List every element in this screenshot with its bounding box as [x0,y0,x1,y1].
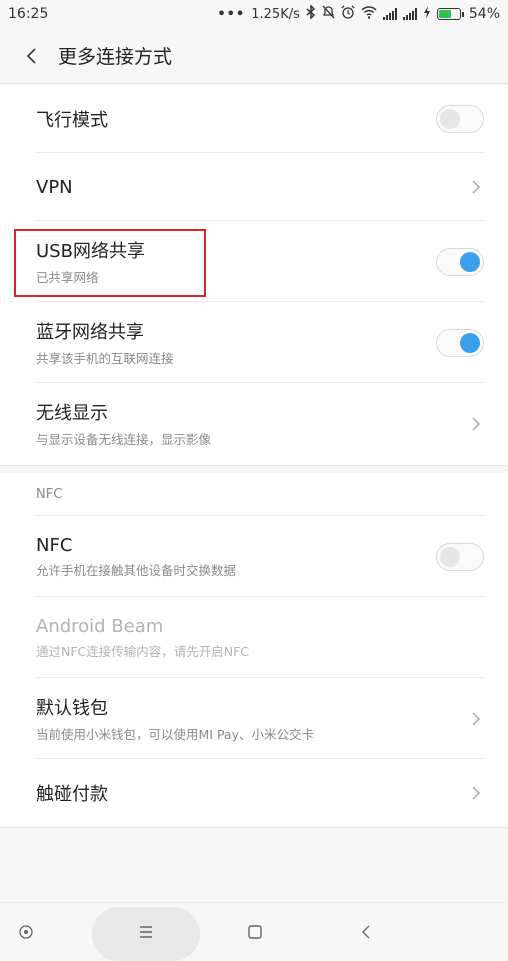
back-triangle-icon [362,925,370,939]
alarm-icon [341,5,355,23]
row-subtitle: 允许手机在接触其他设备时交换数据 [36,562,237,578]
status-icons: ••• 1.25K/s 54% [217,4,500,23]
chevron-right-icon [472,416,481,431]
charging-icon [423,5,431,23]
bluetooth-tethering-toggle[interactable] [436,328,484,357]
tap-to-pay-row[interactable]: 触碰付款 [0,759,508,827]
home-dot-icon [19,925,33,939]
airplane-mode-toggle[interactable] [436,105,484,133]
row-subtitle: 共享该手机的互联网连接 [36,351,174,366]
nfc-section: NFC NFC 允许手机在接触其他设备时交换数据 Android Beam 通过… [0,473,508,828]
wifi-icon [361,5,377,23]
signal-icon [382,8,397,20]
menu-icon [140,926,152,938]
status-bar: 16:25 ••• 1.25K/s 54% [0,0,508,28]
back-nav-button[interactable] [352,903,380,961]
wireless-display-row[interactable]: 无线显示 与显示设备无线连接，显示影像 [0,383,508,464]
chevron-right-icon [472,786,481,800]
row-title: 触碰付款 [36,784,108,805]
row-title: 蓝牙网络共享 [36,322,144,343]
page-title: 更多连接方式 [58,46,173,68]
more-dots-icon: ••• [217,6,246,22]
menu-button[interactable] [132,903,160,961]
nfc-row[interactable]: NFC 允许手机在接触其他设备时交换数据 [0,516,508,597]
mute-icon [322,5,335,23]
chevron-right-icon [472,711,481,726]
toggle-knob [440,109,460,129]
status-time: 16:25 [8,6,49,22]
home-dot-button[interactable] [12,903,40,961]
highlight-box [14,229,206,297]
group-label: NFC [36,487,63,502]
nfc-toggle[interactable] [436,542,484,571]
bluetooth-tethering-row[interactable]: 蓝牙网络共享 共享该手机的互联网连接 [0,302,508,383]
square-icon [248,925,262,939]
toggle-knob [440,546,460,567]
signal-icon [402,8,417,20]
battery-percent: 54% [468,6,500,22]
bluetooth-icon [306,4,316,23]
back-button[interactable] [10,34,54,78]
header: 更多连接方式 [0,28,508,84]
row-title: Android Beam [36,615,164,637]
row-subtitle: 与显示设备无线连接，显示影像 [36,432,212,447]
network-speed: 1.25K/s [251,6,300,22]
airplane-mode-row[interactable]: 飞行模式 [0,85,508,153]
toggle-knob [460,332,480,353]
default-wallet-row[interactable]: 默认钱包 当前使用小米钱包，可以使用MI Pay、小米公交卡 [0,678,508,759]
row-title: NFC [36,534,73,556]
chevron-left-icon [26,47,36,64]
row-title: 飞行模式 [36,110,108,131]
recents-button[interactable] [241,903,269,961]
usb-tethering-toggle[interactable] [436,247,484,276]
navigation-bar [0,902,508,961]
vpn-row[interactable]: VPN [0,153,508,221]
row-subtitle: 当前使用小米钱包，可以使用MI Pay、小米公交卡 [36,727,314,742]
toggle-knob [460,251,480,272]
row-title: 默认钱包 [36,698,108,719]
nfc-group-header: NFC [0,473,508,516]
row-title: VPN [36,176,73,198]
row-title: 无线显示 [36,403,108,424]
battery-icon [436,8,464,20]
row-subtitle: 通过NFC连接传输内容，请先开启NFC [36,643,250,659]
android-beam-row: Android Beam 通过NFC连接传输内容，请先开启NFC [0,597,508,678]
chevron-right-icon [472,180,481,194]
